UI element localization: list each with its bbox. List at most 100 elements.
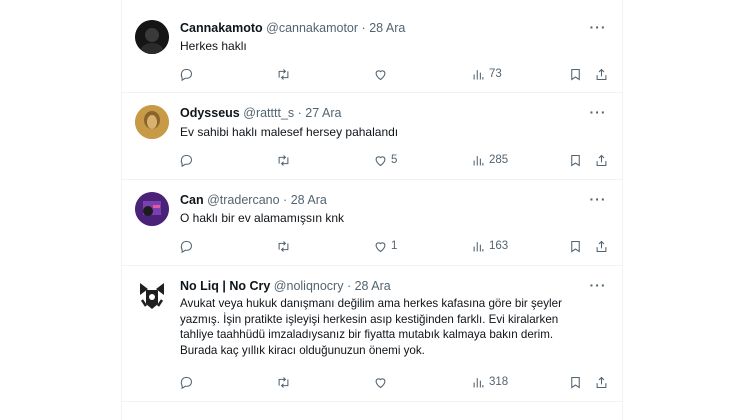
retweet-icon [278, 376, 289, 388]
bookmark-button[interactable] [568, 65, 583, 83]
like-button[interactable]: 5 [373, 151, 397, 169]
tweet-date[interactable]: 28 Ara [355, 279, 391, 293]
heart-icon [375, 377, 386, 388]
like-count: 1 [391, 240, 398, 252]
bookmark-icon [571, 68, 580, 80]
separator: · [297, 106, 302, 120]
bookmark-icon [571, 376, 580, 388]
bookmark-button[interactable] [568, 151, 583, 169]
tweet[interactable]: No Liq | No Cry @noliqnocry · 28 Ara ···… [122, 266, 622, 402]
more-icon[interactable]: ··· [588, 105, 608, 123]
tweet-actions: 5 285 [122, 151, 622, 169]
tweet-text: Avukat veya hukuk danışmanı değilim ama … [180, 296, 610, 358]
share-button[interactable] [594, 151, 609, 169]
retweet-button[interactable] [276, 65, 291, 83]
reply-button[interactable] [179, 65, 194, 83]
tweet-text-line: Avukat veya hukuk danışmanı değilim ama … [180, 297, 562, 310]
reply-icon [180, 240, 193, 253]
like-button[interactable]: 1 [373, 237, 397, 255]
user-name[interactable]: Can [180, 193, 204, 207]
reply-button[interactable] [179, 237, 194, 255]
heart-icon [375, 155, 386, 166]
user-name[interactable]: No Liq | No Cry [180, 279, 270, 293]
reply-icon [180, 68, 193, 81]
reply-button[interactable] [179, 373, 194, 391]
tweet-text-line: tahliye taahhüdü imzaladıysanız bir fiya… [180, 328, 554, 341]
share-icon [596, 68, 607, 80]
tweet-text-line: Herkes haklı [180, 39, 247, 53]
views-button[interactable]: 318 [471, 373, 508, 391]
view-count: 318 [489, 376, 509, 388]
tweet-actions: 1 163 [122, 237, 622, 255]
user-handle[interactable]: @cannakamotor [266, 21, 358, 35]
separator: · [361, 21, 366, 35]
user-handle[interactable]: @noliqnocry [274, 279, 344, 293]
retweet-button[interactable] [276, 237, 291, 255]
tweet-header: Can @tradercano · 28 Ara [180, 192, 327, 208]
retweet-icon [278, 240, 289, 252]
view-count: 285 [489, 154, 509, 166]
user-name[interactable]: Odysseus [180, 106, 240, 120]
more-icon[interactable]: ··· [588, 192, 608, 210]
tweet-text-line: Burada kaç yıllık kiracı olduğunuzun öne… [180, 343, 425, 357]
tweet-header: Odysseus @ratttt_s · 27 Ara [180, 105, 341, 121]
tweet-date[interactable]: 27 Ara [305, 106, 341, 120]
more-icon[interactable]: ··· [588, 278, 608, 296]
separator: · [283, 193, 288, 207]
share-button[interactable] [594, 373, 609, 391]
tweet-text-line: O haklı bir ev alamamışsın knk [180, 211, 345, 225]
user-handle[interactable]: @ratttt_s [243, 106, 294, 120]
tweet-date[interactable]: 28 Ara [291, 193, 327, 207]
user-handle[interactable]: @tradercano [207, 193, 279, 207]
like-button[interactable] [373, 65, 391, 83]
like-button[interactable] [373, 373, 391, 391]
views-icon [473, 377, 484, 387]
tweet-text-line: yazmış. İşin pratikte işleyişi herkesin … [180, 312, 559, 326]
reply-button[interactable] [179, 151, 194, 169]
reply-icon [180, 154, 193, 167]
avatar[interactable] [135, 105, 169, 139]
share-button[interactable] [594, 65, 609, 83]
tweet-header: Cannakamoto @cannakamotor · 28 Ara [180, 20, 405, 36]
tweet-text: Ev sahibi haklı malesef hersey pahalandı [180, 125, 610, 140]
reply-icon [180, 376, 193, 389]
more-icon[interactable]: ··· [588, 20, 608, 38]
tweet-header: No Liq | No Cry @noliqnocry · 28 Ara [180, 278, 391, 294]
tweet-text: O haklı bir ev alamamışsın knk [180, 211, 610, 226]
view-count: 73 [489, 68, 502, 80]
views-button[interactable]: 73 [471, 65, 502, 83]
retweet-button[interactable] [276, 151, 291, 169]
views-icon [473, 155, 484, 165]
view-count: 163 [489, 240, 509, 252]
avatar[interactable] [135, 278, 169, 312]
reply-feed: Cannakamoto @cannakamotor · 28 Ara ··· H… [121, 0, 623, 420]
heart-icon [375, 69, 386, 80]
share-icon [596, 376, 607, 388]
tweet-text-line: Ev sahibi haklı malesef hersey pahalandı [180, 125, 399, 139]
like-count: 5 [391, 154, 398, 166]
tweet[interactable]: Odysseus @ratttt_s · 27 Ara ··· Ev sahib… [122, 93, 622, 180]
user-name[interactable]: Cannakamoto [180, 21, 263, 35]
bookmark-icon [571, 154, 580, 166]
avatar[interactable] [135, 20, 169, 54]
retweet-icon [278, 154, 289, 166]
retweet-button[interactable] [276, 373, 291, 391]
views-icon [473, 241, 484, 251]
retweet-icon [278, 68, 289, 80]
bookmark-button[interactable] [568, 237, 583, 255]
views-button[interactable]: 163 [471, 237, 508, 255]
bookmark-icon [571, 240, 580, 252]
share-icon [596, 154, 607, 166]
tweet-actions: 73 [122, 65, 622, 83]
bookmark-button[interactable] [568, 373, 583, 391]
tweet-actions: 318 [122, 373, 622, 391]
tweet-date[interactable]: 28 Ara [369, 21, 405, 35]
share-button[interactable] [594, 237, 609, 255]
tweet-text: Herkes haklı [180, 39, 610, 54]
avatar[interactable] [135, 192, 169, 226]
tweet[interactable]: Cannakamoto @cannakamotor · 28 Ara ··· H… [122, 0, 622, 93]
tweet[interactable]: Can @tradercano · 28 Ara ··· O haklı bir… [122, 180, 622, 266]
views-button[interactable]: 285 [471, 151, 508, 169]
heart-icon [375, 241, 386, 252]
separator: · [346, 279, 352, 293]
